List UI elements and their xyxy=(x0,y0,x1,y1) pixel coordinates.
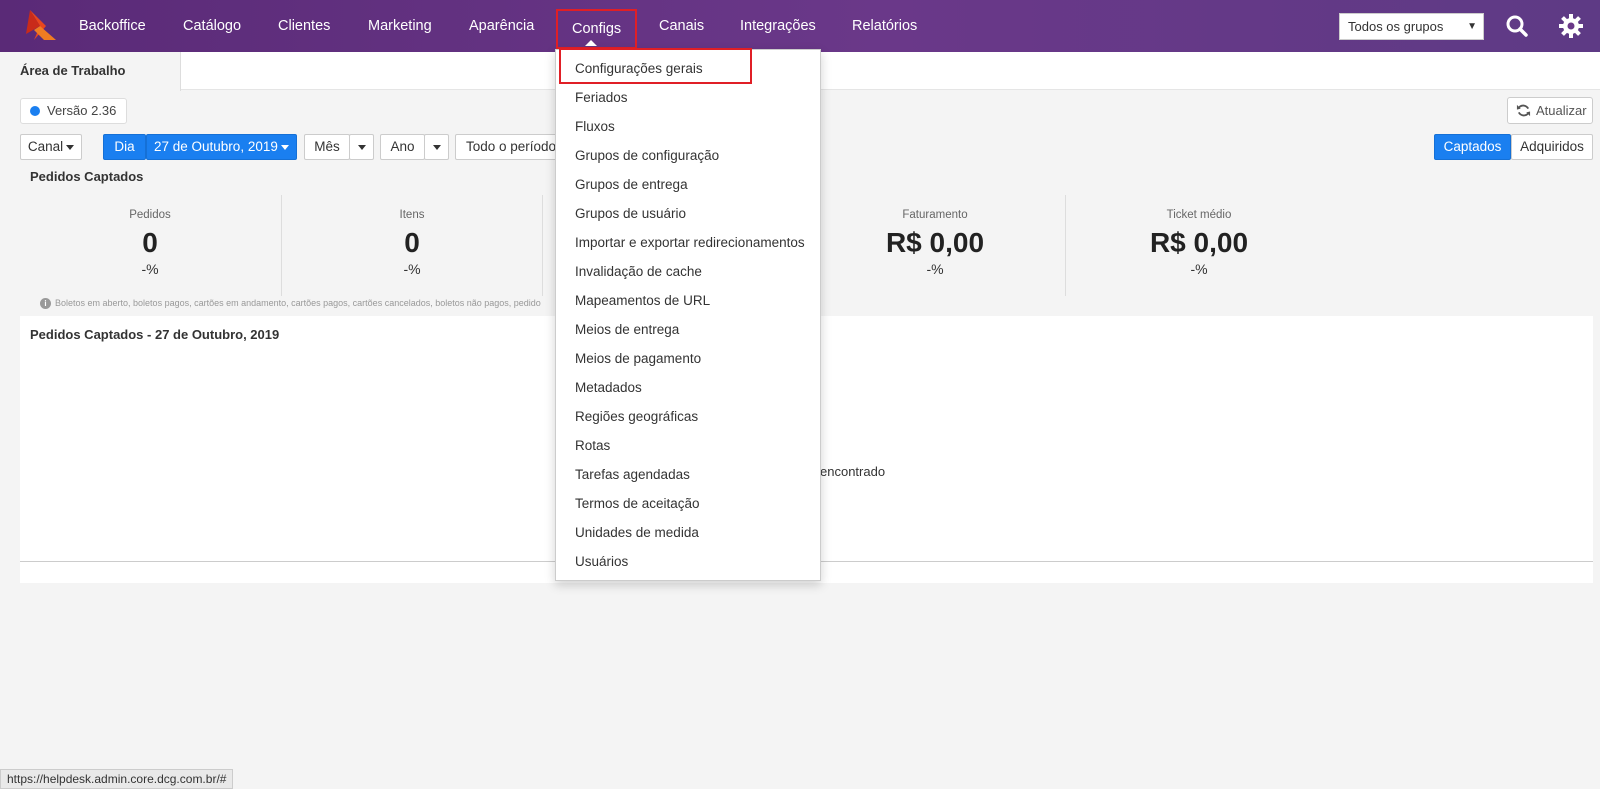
menu-item-termos-de-aceitacao[interactable]: Termos de aceitação xyxy=(575,496,700,511)
group-select[interactable]: Todos os grupos ▼ xyxy=(1339,13,1484,40)
stat-percent: -% xyxy=(926,261,944,277)
refresh-label: Atualizar xyxy=(1536,103,1587,118)
summary-note: i Boletos em aberto, boletos pagos, cartõ… xyxy=(40,298,541,310)
stat-divider xyxy=(1065,195,1066,296)
caret-down-icon xyxy=(357,144,366,150)
stat-label: Itens xyxy=(399,209,425,221)
top-nav: Backoffice Catálogo Clientes Marketing A… xyxy=(0,0,1600,52)
stat-value: R$ 0,00 xyxy=(1149,227,1249,258)
tab-area-de-trabalho[interactable]: Área de Trabalho xyxy=(0,52,181,91)
version-badge: Versão 2.36 xyxy=(20,98,128,124)
menu-item-regioes-geograficas[interactable]: Regiões geográficas xyxy=(575,409,698,424)
status-dot-icon xyxy=(30,106,40,116)
stat-value: 0 xyxy=(142,227,158,258)
nav-catalogo[interactable]: Catálogo xyxy=(183,0,241,52)
stat-divider xyxy=(542,195,543,296)
selection-highlight xyxy=(559,48,752,84)
menu-item-grupos-de-entrega[interactable]: Grupos de entrega xyxy=(575,177,688,192)
menu-item-importar-exportar-redirecionamentos[interactable]: Importar e exportar redirecionamentos xyxy=(575,235,805,250)
group-select-value: Todos os grupos xyxy=(1348,19,1444,34)
mes-button[interactable]: Mês xyxy=(304,134,350,160)
menu-item-invalidacao-de-cache[interactable]: Invalidação de cache xyxy=(575,264,702,279)
menu-item-usuarios[interactable]: Usuários xyxy=(575,554,628,569)
canal-dropdown[interactable]: Canal xyxy=(20,134,82,160)
mes-label: Mês xyxy=(314,139,340,154)
stat-label: Pedidos xyxy=(129,209,171,221)
caret-down-icon xyxy=(432,144,441,150)
stat-percent: -% xyxy=(141,261,159,277)
gear-icon[interactable] xyxy=(1558,13,1584,39)
date-value: 27 de Outubro, 2019 xyxy=(154,139,278,154)
menu-item-mapeamentos-de-url[interactable]: Mapeamentos de URL xyxy=(575,293,710,308)
menu-item-meios-de-pagamento[interactable]: Meios de pagamento xyxy=(575,351,701,366)
configs-menu: Configurações gerais Feriados Fluxos Gru… xyxy=(555,48,821,581)
nav-caret-icon xyxy=(585,40,597,46)
version-label: Versão 2.36 xyxy=(47,103,117,118)
captados-toggle[interactable]: Captados xyxy=(1434,134,1511,160)
chart-title: Pedidos Captados - 27 de Outubro, 2019 xyxy=(30,327,280,342)
stat-itens: Itens 0 -% xyxy=(282,195,542,295)
stat-percent: -% xyxy=(403,261,421,277)
mes-dropdown-toggle[interactable] xyxy=(349,134,374,160)
status-bar-url: https://helpdesk.admin.core.dcg.com.br/# xyxy=(0,769,234,789)
date-picker[interactable]: 27 de Outubro, 2019 xyxy=(146,134,297,160)
captados-label: Captados xyxy=(1443,139,1502,154)
caret-down-icon xyxy=(66,144,75,150)
stat-ticket-medio: Ticket médio R$ 0,00 -% xyxy=(1069,195,1329,295)
menu-item-grupos-de-configuracao[interactable]: Grupos de configuração xyxy=(575,148,719,163)
nav-clientes[interactable]: Clientes xyxy=(278,0,330,52)
nav-relatorios[interactable]: Relatórios xyxy=(852,0,917,52)
select-arrow-icon: ▼ xyxy=(1467,21,1477,32)
search-icon[interactable] xyxy=(1504,13,1530,39)
menu-item-meios-de-entrega[interactable]: Meios de entrega xyxy=(575,322,679,337)
ano-label: Ano xyxy=(390,139,415,154)
logo-icon[interactable] xyxy=(26,10,56,42)
stat-faturamento: Faturamento R$ 0,00 -% xyxy=(805,195,1065,295)
menu-item-tarefas-agendadas[interactable]: Tarefas agendadas xyxy=(575,467,690,482)
stat-value: 0 xyxy=(404,227,420,258)
periodo-button[interactable]: Todo o período xyxy=(455,134,560,160)
adquiridos-label: Adquiridos xyxy=(1520,139,1584,154)
menu-item-rotas[interactable]: Rotas xyxy=(575,438,610,453)
menu-item-feriados[interactable]: Feriados xyxy=(575,90,628,105)
info-icon: i xyxy=(40,298,51,310)
menu-item-fluxos[interactable]: Fluxos xyxy=(575,119,615,134)
refresh-icon xyxy=(1516,104,1531,117)
empty-message: encontrado xyxy=(820,464,886,479)
nav-backoffice[interactable]: Backoffice xyxy=(79,0,146,52)
nav-marketing[interactable]: Marketing xyxy=(368,0,432,52)
refresh-button[interactable]: Atualizar xyxy=(1507,97,1593,124)
note-text: Boletos em aberto, boletos pagos, cartõe… xyxy=(55,298,541,308)
stat-value: R$ 0,00 xyxy=(885,227,985,258)
adquiridos-toggle[interactable]: Adquiridos xyxy=(1511,134,1593,160)
nav-integracoes[interactable]: Integrações xyxy=(740,0,816,52)
stat-label: Faturamento xyxy=(902,209,968,221)
ano-button[interactable]: Ano xyxy=(380,134,425,160)
menu-item-grupos-de-usuario[interactable]: Grupos de usuário xyxy=(575,206,686,221)
canal-label: Canal xyxy=(27,139,64,154)
summary-title: Pedidos Captados xyxy=(30,169,144,184)
ano-dropdown-toggle[interactable] xyxy=(424,134,449,160)
nav-canais[interactable]: Canais xyxy=(659,0,704,52)
stat-pedidos: Pedidos 0 -% xyxy=(20,195,280,295)
caret-down-icon xyxy=(281,145,289,150)
dia-label: Dia xyxy=(114,139,135,154)
nav-aparencia[interactable]: Aparência xyxy=(469,0,534,52)
periodo-label: Todo o período xyxy=(466,139,557,154)
menu-item-metadados[interactable]: Metadados xyxy=(575,380,642,395)
stat-label: Ticket médio xyxy=(1166,209,1232,221)
menu-item-unidades-de-medida[interactable]: Unidades de medida xyxy=(575,525,699,540)
dia-button[interactable]: Dia xyxy=(103,134,146,160)
stat-percent: -% xyxy=(1190,261,1208,277)
